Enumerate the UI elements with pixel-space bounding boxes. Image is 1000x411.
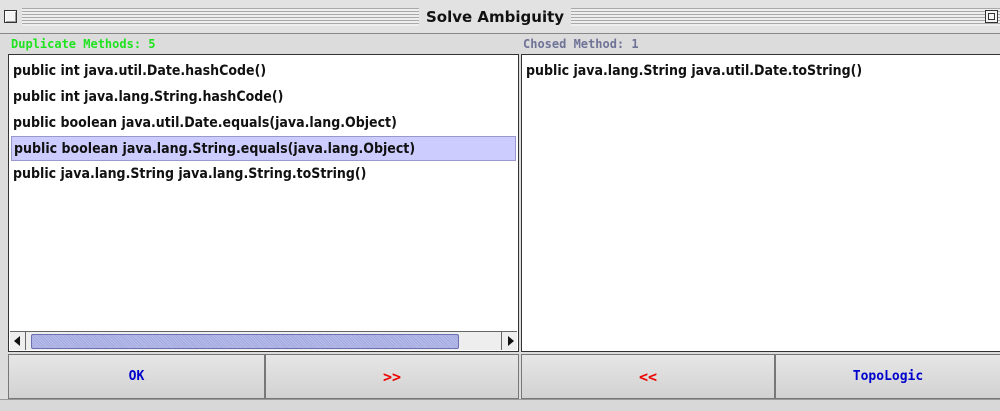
window-title: Solve Ambiguity bbox=[419, 7, 572, 27]
status-bar bbox=[0, 399, 1000, 411]
title-bar[interactable]: Solve Ambiguity bbox=[0, 0, 1000, 34]
list-item[interactable]: public int java.lang.String.hashCode() bbox=[11, 85, 516, 110]
scroll-left-arrow-icon[interactable] bbox=[10, 332, 26, 350]
scrollbar-thumb[interactable] bbox=[31, 334, 459, 349]
list-item-selected[interactable]: public boolean java.lang.String.equals(j… bbox=[11, 136, 516, 161]
zoom-box-icon[interactable] bbox=[985, 10, 998, 23]
list-item[interactable]: public boolean java.util.Date.equals(jav… bbox=[11, 111, 516, 136]
duplicate-methods-list[interactable]: public int java.util.Date.hashCode() pub… bbox=[8, 54, 519, 352]
horizontal-scrollbar[interactable] bbox=[10, 331, 517, 350]
chosed-method-list[interactable]: public java.lang.String java.util.Date.t… bbox=[521, 54, 1000, 352]
ok-button[interactable]: OK bbox=[8, 354, 265, 399]
list-item[interactable]: public int java.util.Date.hashCode() bbox=[11, 59, 516, 84]
list-item[interactable]: public java.lang.String java.util.Date.t… bbox=[524, 59, 1000, 84]
solve-ambiguity-window: Solve Ambiguity Duplicate Methods: 5 Cho… bbox=[0, 0, 1000, 411]
remove-method-button[interactable]: << bbox=[521, 354, 775, 399]
duplicate-methods-header: Duplicate Methods: 5 bbox=[11, 37, 156, 51]
close-box-icon[interactable] bbox=[4, 10, 17, 23]
chosed-method-header: Chosed Method: 1 bbox=[523, 37, 639, 51]
scroll-right-arrow-icon[interactable] bbox=[501, 332, 517, 350]
topologic-button[interactable]: TopoLogic bbox=[775, 354, 1000, 399]
add-method-button[interactable]: >> bbox=[265, 354, 519, 399]
list-item[interactable]: public java.lang.String java.lang.String… bbox=[11, 162, 516, 187]
